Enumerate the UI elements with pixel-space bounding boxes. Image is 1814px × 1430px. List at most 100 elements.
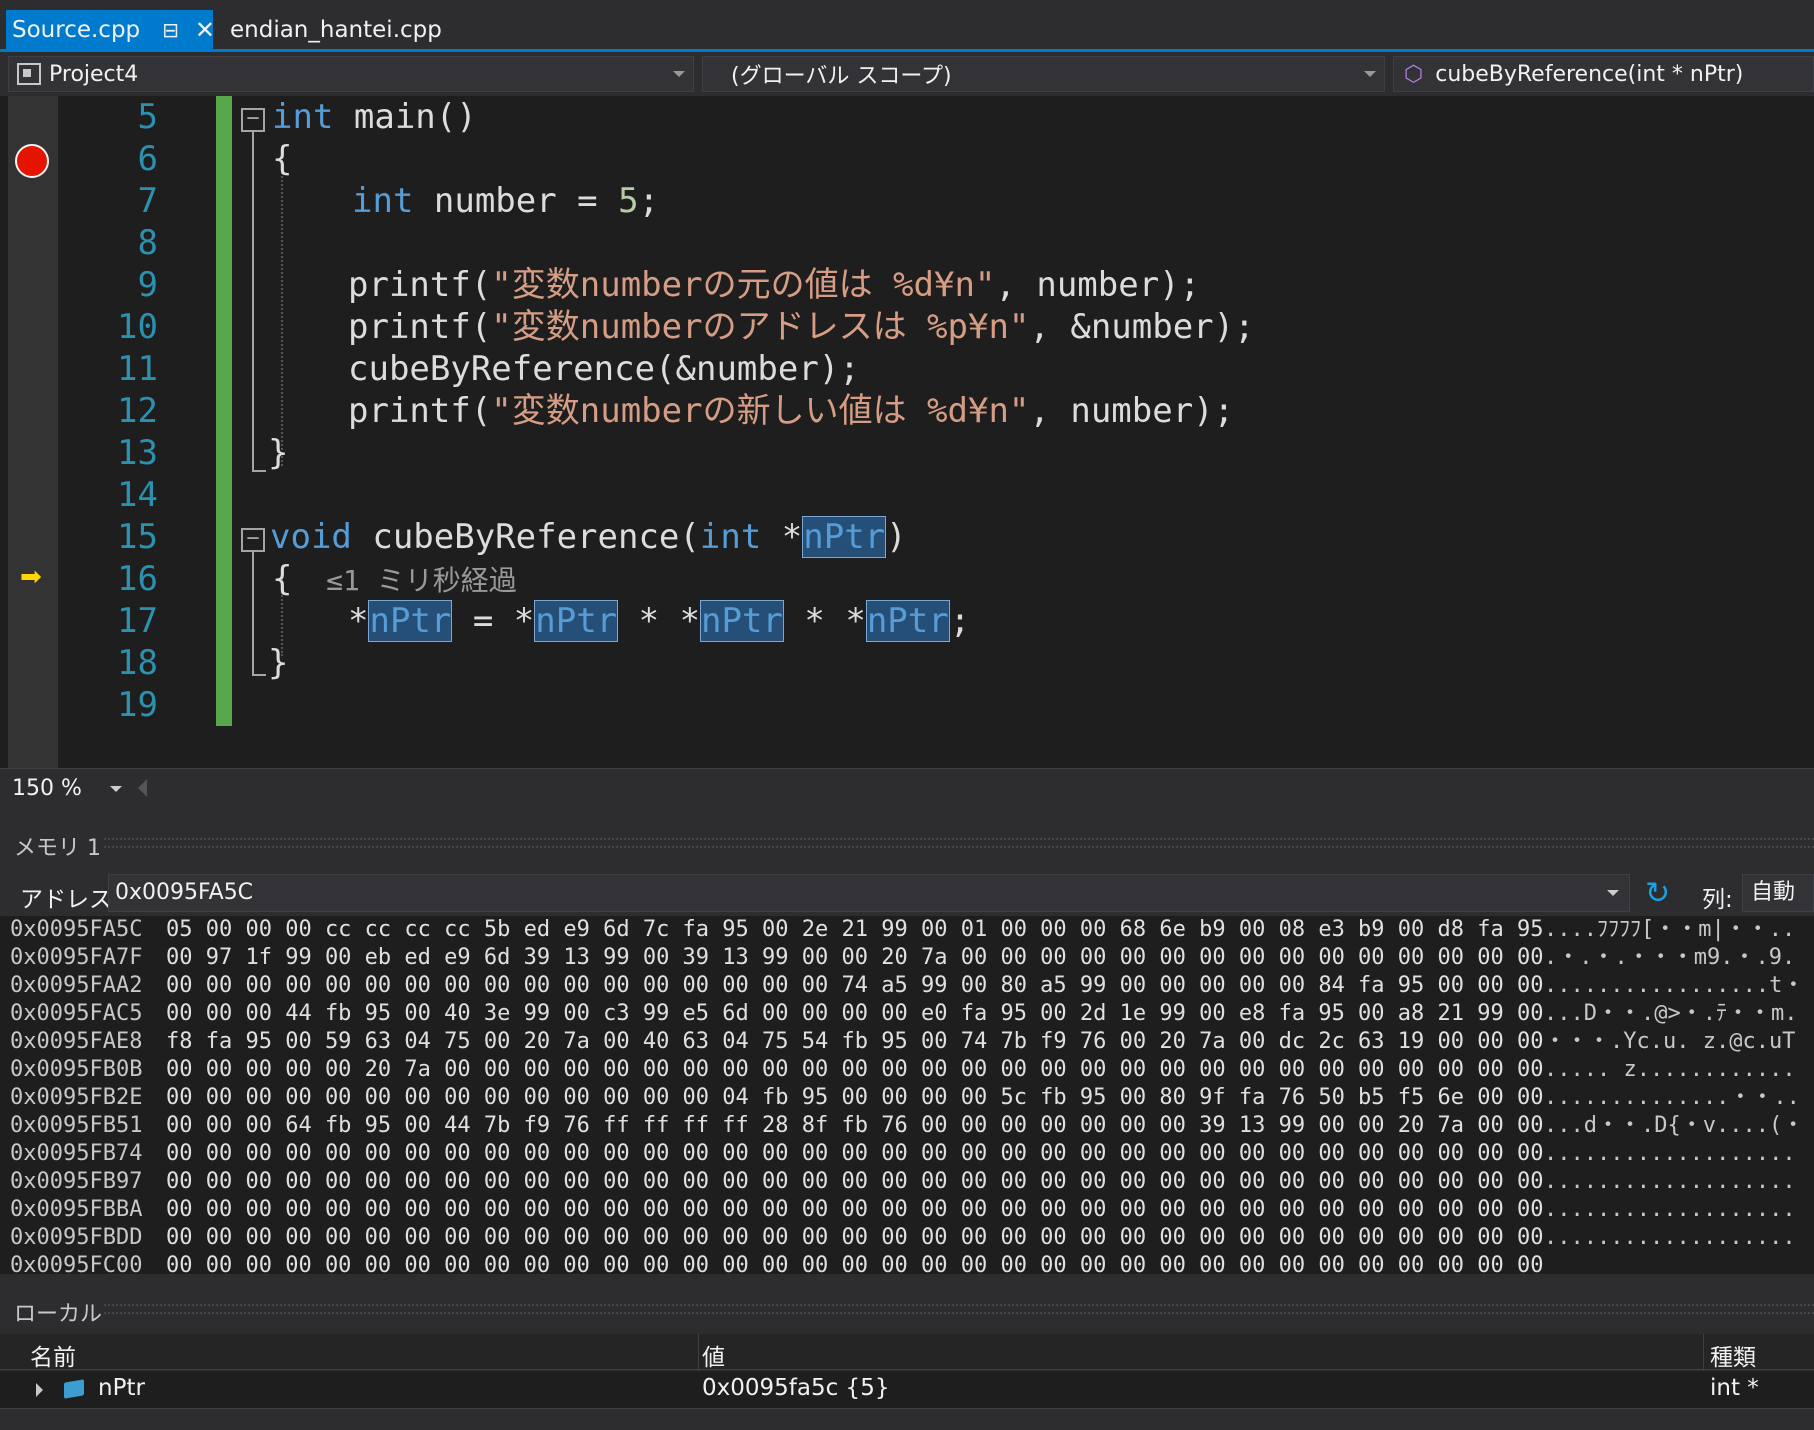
tab-source-cpp[interactable]: Source.cpp ⊟ ✕ bbox=[6, 10, 215, 49]
memory-bytes[interactable]: 00 00 00 00 00 00 00 00 00 00 00 00 00 0… bbox=[166, 1168, 1544, 1196]
memory-ascii[interactable]: ..............・・.. bbox=[1544, 1084, 1800, 1112]
pin-icon[interactable]: ⊟ bbox=[162, 18, 179, 42]
string-literal: "変数numberのアドレスは %p¥n" bbox=[491, 307, 1030, 347]
code-text: cubeByReference( bbox=[351, 517, 700, 557]
memory-address: 0x0095FAA2 bbox=[10, 973, 143, 998]
keyword: void bbox=[270, 517, 352, 557]
chevron-down-icon bbox=[1364, 71, 1376, 77]
memory-bytes[interactable]: 00 00 00 64 fb 95 00 44 7b f9 76 ff ff f… bbox=[166, 1112, 1544, 1140]
expand-icon[interactable] bbox=[36, 1383, 43, 1397]
memory-address: 0x0095FB97 bbox=[10, 1169, 143, 1194]
memory-ascii[interactable]: ...d・・.D{・v....(・ bbox=[1544, 1112, 1804, 1140]
keyword: int bbox=[272, 97, 334, 137]
refresh-icon[interactable]: ↻ bbox=[1645, 876, 1670, 911]
code-line-6[interactable]: { bbox=[272, 138, 292, 180]
code-text: cubeByReference(&number); bbox=[348, 349, 860, 389]
memory-ascii[interactable]: ....ﾌﾌﾌﾌ[・・m|・・.. bbox=[1544, 916, 1795, 944]
memory-ascii[interactable]: ...D・・.@>・.ﾃ・・m. bbox=[1544, 1000, 1797, 1028]
memory-ascii[interactable]: ................... bbox=[1544, 1196, 1796, 1224]
memory-ascii[interactable]: ................... bbox=[1544, 1140, 1796, 1168]
memory-bytes[interactable]: 00 00 00 00 00 20 7a 00 00 00 00 00 00 0… bbox=[166, 1056, 1544, 1084]
keyword: int bbox=[352, 181, 414, 221]
memory-address: 0x0095FC00 bbox=[10, 1253, 143, 1274]
memory-view[interactable]: 0x0095FA5C 05 00 00 00 cc cc cc cc 5b ed … bbox=[0, 916, 1814, 1274]
code-text: printf( bbox=[348, 265, 492, 305]
memory-bytes[interactable]: 00 00 00 00 00 00 00 00 00 00 00 00 00 0… bbox=[166, 972, 1544, 1000]
column-dropdown[interactable]: 自動 bbox=[1742, 874, 1814, 912]
column-header-type[interactable]: 種類 bbox=[1710, 1338, 1756, 1372]
chevron-down-icon bbox=[1607, 890, 1619, 896]
perf-tip: ≤1 ミリ秒経過 bbox=[292, 564, 517, 597]
memory-bytes[interactable]: 00 97 1f 99 00 eb ed e9 6d 39 13 99 00 3… bbox=[166, 944, 1544, 972]
line-number: 9 bbox=[137, 265, 158, 305]
code-line-17[interactable]: *nPtr = *nPtr * *nPtr * *nPtr; bbox=[348, 600, 970, 642]
project-dropdown[interactable]: Project4 bbox=[8, 56, 694, 92]
tab-endian-hantei-cpp[interactable]: endian_hantei.cpp bbox=[230, 10, 442, 49]
memory-bytes[interactable]: 00 00 00 44 fb 95 00 40 3e 99 00 c3 99 e… bbox=[166, 1000, 1544, 1028]
collapse-icon[interactable]: − bbox=[241, 528, 265, 552]
column-header-value[interactable]: 値 bbox=[702, 1338, 725, 1372]
chevron-down-icon bbox=[110, 786, 122, 792]
code-line-9[interactable]: printf("変数numberの元の値は %d¥n", number); bbox=[348, 264, 1200, 306]
memory-ascii[interactable]: .・.・.・・・m9.・.9. bbox=[1544, 944, 1795, 972]
memory-address: 0x0095FB0B bbox=[10, 1057, 143, 1082]
memory-bytes[interactable]: 00 00 00 00 00 00 00 00 00 00 00 00 00 0… bbox=[166, 1196, 1544, 1224]
memory-ascii[interactable]: .................t・ bbox=[1544, 972, 1804, 1000]
code-editor[interactable]: ➡ 5 6 7 8 9 10 11 12 13 14 15 16 17 18 1… bbox=[0, 96, 1814, 768]
code-text: } bbox=[268, 643, 289, 683]
code-line-5[interactable]: int main() bbox=[272, 96, 477, 138]
instruction-pointer-icon: ➡ bbox=[20, 562, 42, 592]
close-icon[interactable]: ✕ bbox=[195, 16, 215, 44]
code-text: printf( bbox=[348, 307, 492, 347]
code-line-11[interactable]: cubeByReference(&number); bbox=[348, 348, 860, 390]
memory-bytes[interactable]: 00 00 00 00 00 00 00 00 00 00 00 00 00 0… bbox=[166, 1252, 1544, 1274]
code-line-16[interactable]: { ≤1 ミリ秒経過 bbox=[272, 558, 517, 600]
code-line-12[interactable]: printf("変数numberの新しい値は %d¥n", number); bbox=[348, 390, 1234, 432]
memory-bytes[interactable]: 00 00 00 00 00 00 00 00 00 00 00 00 00 0… bbox=[166, 1224, 1544, 1252]
code-line-18[interactable]: } bbox=[268, 642, 288, 684]
panel-grip[interactable] bbox=[104, 838, 1814, 848]
address-input[interactable]: 0x0095FA5C bbox=[108, 874, 1630, 912]
breakpoint-icon[interactable] bbox=[15, 144, 49, 178]
highlighted-reference: nPtr bbox=[865, 600, 950, 642]
locals-row[interactable]: nPtr 0x0095fa5c {5} int * bbox=[0, 1371, 1814, 1409]
code-line-15[interactable]: void cubeByReference(int *nPtr) bbox=[270, 516, 907, 558]
indent-guide bbox=[281, 156, 283, 466]
memory-bytes[interactable]: f8 fa 95 00 59 63 04 75 00 20 7a 00 40 6… bbox=[166, 1028, 1544, 1056]
column-header-name[interactable]: 名前 bbox=[30, 1338, 76, 1372]
code-text: ) bbox=[886, 517, 907, 557]
member-dropdown[interactable]: ⬡ cubeByReference(int * nPtr) bbox=[1393, 56, 1814, 92]
memory-bytes[interactable]: 00 00 00 00 00 00 00 00 00 00 00 00 00 0… bbox=[166, 1140, 1544, 1168]
zoom-dropdown[interactable]: 150 % bbox=[8, 773, 126, 805]
highlighted-reference: nPtr bbox=[700, 600, 784, 642]
zoom-value: 150 % bbox=[12, 776, 82, 801]
code-text: * bbox=[348, 601, 369, 641]
memory-ascii[interactable]: ..... z............ bbox=[1544, 1056, 1796, 1084]
memory-bytes[interactable]: 05 00 00 00 cc cc cc cc 5b ed e9 6d 7c f… bbox=[166, 916, 1544, 944]
code-text: = * bbox=[452, 601, 535, 641]
code-line-10[interactable]: printf("変数numberのアドレスは %p¥n", &number); bbox=[348, 306, 1255, 348]
memory-ascii[interactable]: ................... bbox=[1544, 1168, 1796, 1196]
memory-address: 0x0095FA7F bbox=[10, 945, 143, 970]
panel-grip[interactable] bbox=[104, 1304, 1814, 1314]
number-literal: 5 bbox=[618, 181, 639, 221]
code-line-13[interactable]: } bbox=[268, 432, 288, 474]
memory-address: 0x0095FAE8 bbox=[10, 1029, 143, 1054]
code-line-7[interactable]: int number = 5; bbox=[352, 180, 659, 222]
code-text: ; bbox=[638, 181, 660, 221]
line-number: 11 bbox=[117, 349, 158, 389]
memory-ascii[interactable]: ・・・.Yc.u. z.@c.uT bbox=[1544, 1028, 1795, 1056]
local-type: int * bbox=[1710, 1375, 1759, 1401]
memory-address: 0x0095FAC5 bbox=[10, 1001, 143, 1026]
memory-bytes[interactable]: 00 00 00 00 00 00 00 00 00 00 00 00 00 0… bbox=[166, 1084, 1544, 1112]
scope-dropdown[interactable]: (グローバル スコープ) bbox=[702, 56, 1385, 92]
memory-ascii[interactable]: ................... bbox=[1544, 1224, 1796, 1252]
scroll-left-icon[interactable] bbox=[138, 779, 147, 797]
keyword: int bbox=[699, 517, 762, 557]
project-icon bbox=[17, 63, 41, 85]
indicator-margin[interactable] bbox=[8, 96, 58, 768]
string-literal: "変数numberの元の値は %d¥n" bbox=[491, 265, 996, 305]
code-text: ; bbox=[949, 601, 971, 641]
collapse-icon[interactable]: − bbox=[241, 108, 265, 132]
local-value[interactable]: 0x0095fa5c {5} bbox=[702, 1375, 889, 1401]
